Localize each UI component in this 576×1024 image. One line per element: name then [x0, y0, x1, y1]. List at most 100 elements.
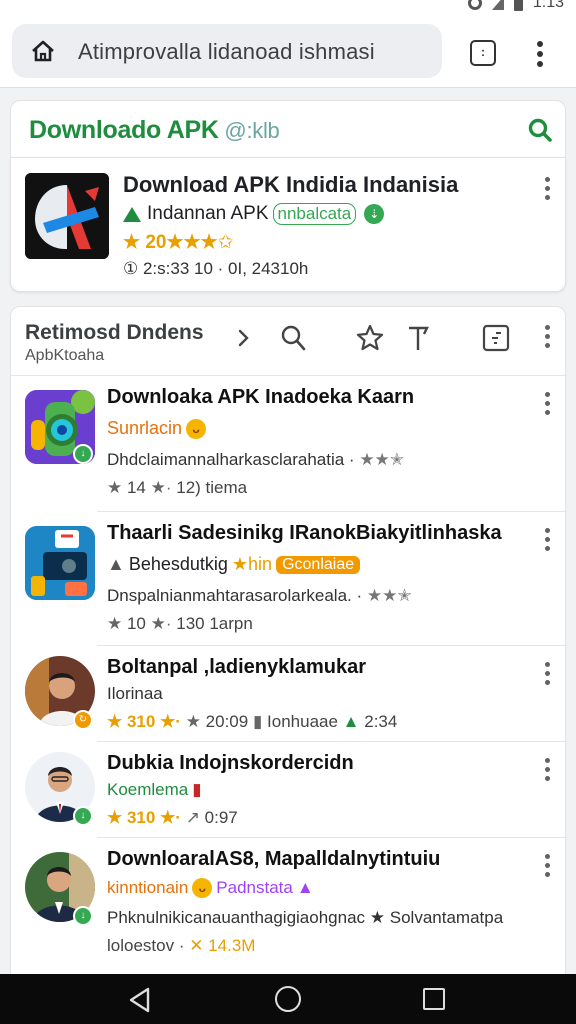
item-more-icon[interactable] — [544, 662, 550, 685]
home-circle-icon[interactable] — [275, 986, 301, 1012]
rating-stars: ★★✭ — [359, 450, 405, 469]
app-title[interactable]: Thaarli Sadesinikg IRanokBiakyitlinhaska — [107, 522, 502, 545]
list-header-title: Retimosd Dndens — [25, 321, 204, 344]
list-item[interactable]: Thaarli Sadesinikg IRanokBiakyitlinhaska… — [11, 512, 567, 646]
rating-stars: ★★★ — [166, 232, 218, 253]
rating-value: 14 — [126, 478, 146, 497]
phone-screen: 1:13 Atimprovalla lidanoad ishmasi : Dow… — [0, 0, 576, 1024]
app-title[interactable]: Boltanpal ,ladienyklamukar — [107, 656, 366, 679]
verified-badge-icon: ↓ — [73, 806, 93, 826]
verified-badge-icon: ↓ — [73, 444, 93, 464]
developer-triangle-icon — [123, 206, 141, 222]
search-icon[interactable] — [527, 117, 553, 143]
triangle-icon: ▲ — [296, 878, 314, 897]
browser-toolbar: Atimprovalla lidanoad ishmasi : — [0, 16, 576, 88]
url-text[interactable]: Atimprovalla lidanoad ishmasi — [78, 39, 375, 65]
note-icon[interactable] — [481, 323, 511, 353]
app-description: Dhdclaimannalharkasclarahatia · ★★✭ — [107, 450, 404, 470]
app-meta-text: loloestov · — [107, 936, 185, 955]
app-title[interactable]: Dubkia Indojnskordercidn — [107, 752, 354, 775]
signal-icon — [491, 0, 504, 10]
search-header[interactable]: Downloado APK @:klb — [10, 100, 566, 158]
app-description: Phknulnikicanauanthagigiaohgnac ★ Solvan… — [107, 908, 503, 928]
app-description-text: Dnspalnianmahtarasarolarkeala. · — [107, 586, 363, 605]
app-meta-text: 20:09 — [205, 712, 249, 731]
star-icon: ★ — [123, 232, 146, 253]
list-more-icon[interactable] — [544, 325, 550, 348]
rating-value: 310 — [126, 808, 156, 827]
app-meta: loloestov · ✕ 14.3M — [107, 936, 255, 956]
app-tag: Koemlema ▮ — [107, 780, 202, 800]
star-outline-icon[interactable] — [355, 323, 385, 353]
star-icon: ★ — [107, 478, 127, 497]
tabs-switcher-icon[interactable]: : — [470, 40, 496, 66]
list-item[interactable]: ↓ Downloaka APK Inadoeka Kaarn Sunrlacin… — [11, 376, 567, 512]
item-more-icon[interactable] — [544, 392, 550, 415]
featured-app-logo — [25, 173, 109, 259]
chevron-right-icon[interactable] — [229, 323, 259, 353]
rating-stars: ★★✭ — [366, 586, 412, 605]
app-tag: ▲ Behesdutkig ★hin Gconlaiae — [107, 554, 361, 575]
featured-app-card[interactable]: Download APK Indidia Indanisia Indannan … — [10, 158, 566, 292]
app-meta: ★ 310 ★· ↗ 0:97 — [107, 808, 238, 827]
back-icon[interactable] — [128, 987, 150, 1013]
app-title[interactable]: DownloaralAS8, Mapalldalnytintuiu — [107, 848, 440, 871]
search-title-suffix: @:klb — [218, 118, 280, 143]
app-title[interactable]: Downloaka APK Inadoeka Kaarn — [107, 386, 414, 409]
rating-empty-star: ✩ — [217, 232, 234, 253]
featured-meta-text: 2:s:33 10 · 0I, 24310h — [142, 259, 309, 278]
item-more-icon[interactable] — [544, 758, 550, 781]
app-tag-text: Ilorinaa — [107, 684, 163, 703]
app-tag-extra: ★hin — [231, 554, 273, 574]
search-icon[interactable] — [279, 323, 309, 353]
item-more-icon[interactable] — [544, 528, 550, 551]
rating-value: 10 — [126, 614, 146, 633]
developer-badge: nnbalcata — [272, 203, 357, 225]
battery-icon — [513, 0, 523, 11]
app-tag: kinntionain ᴗ Padnstata ▲ — [107, 878, 314, 898]
emoji-icon: ᴗ — [186, 418, 207, 439]
star-icon: ★ — [185, 712, 206, 731]
list-item[interactable]: ↓ DownloaralAS8, Mapalldalnytintuiu kinn… — [11, 838, 567, 968]
star-icon: ★ — [107, 614, 127, 633]
app-meta-text: 12) tiema — [176, 478, 248, 497]
list-header-subtitle: ApbKtoaha — [25, 347, 105, 364]
featured-app-title[interactable]: Download APK Indidia Indanisia — [123, 172, 458, 198]
list-item[interactable]: ↓ Dubkia Indojnskordercidn Koemlema ▮ ★ … — [11, 742, 567, 838]
app-description: Dnspalnianmahtarasarolarkeala. · ★★✭ — [107, 586, 412, 606]
status-bar: 1:13 — [0, 0, 576, 16]
app-tag-extra: Padnstata — [216, 878, 293, 897]
status-time: 1:13 — [532, 0, 564, 11]
list-item[interactable]: ↻ Boltanpal ,ladienyklamukar Ilorinaa ★ … — [11, 646, 567, 742]
app-tag-pill: Gconlaiae — [276, 555, 361, 574]
address-bar[interactable]: Atimprovalla lidanoad ishmasi — [12, 24, 442, 78]
verified-badge-icon: ↓ — [73, 906, 93, 926]
recents-icon[interactable] — [423, 988, 445, 1010]
app-list-card: Retimosd Dndens ApbKtoaha ↓ Downloaka AP… — [10, 306, 567, 976]
featured-more-icon[interactable] — [544, 177, 550, 200]
rating-value: 20 — [145, 232, 167, 253]
download-icon[interactable]: ⇣ — [364, 204, 385, 224]
app-tag: Sunrlacin ᴗ — [107, 418, 207, 439]
arrow-up-icon: ▲ — [342, 712, 365, 731]
featured-meta: ① 2:s:33 10 · 0I, 24310h — [123, 259, 308, 279]
app-tag-text: Behesdutkig — [128, 554, 228, 574]
app-meta: ★ 310 ★· ★ 20:09 ▮ Ionhuaae ▲ 2:34 — [107, 712, 398, 731]
app-icon — [25, 526, 95, 600]
flag-icon[interactable] — [403, 323, 433, 353]
item-more-icon[interactable] — [544, 854, 550, 877]
triangle-icon: ▲ — [107, 554, 125, 574]
search-title-text: Downloado APK — [29, 116, 219, 144]
app-description-text: Dhdclaimannalharkasclarahatia · — [107, 450, 355, 469]
book-icon: ▮ — [252, 712, 268, 731]
rating-value: 310 — [126, 712, 156, 731]
bookmark-icon: ▮ — [192, 780, 202, 799]
status-badge-icon: ↻ — [73, 710, 93, 730]
app-meta: ★ 14 ★· 12) tiema — [107, 478, 248, 497]
sync-icon — [467, 0, 482, 10]
browser-menu-icon[interactable] — [537, 41, 543, 67]
home-icon[interactable] — [30, 38, 56, 64]
featured-developer[interactable]: Indannan APK nnbalcata ⇣ — [123, 203, 385, 225]
app-tag-text: kinntionain — [107, 878, 189, 897]
app-size: ✕ 14.3M — [189, 936, 256, 955]
